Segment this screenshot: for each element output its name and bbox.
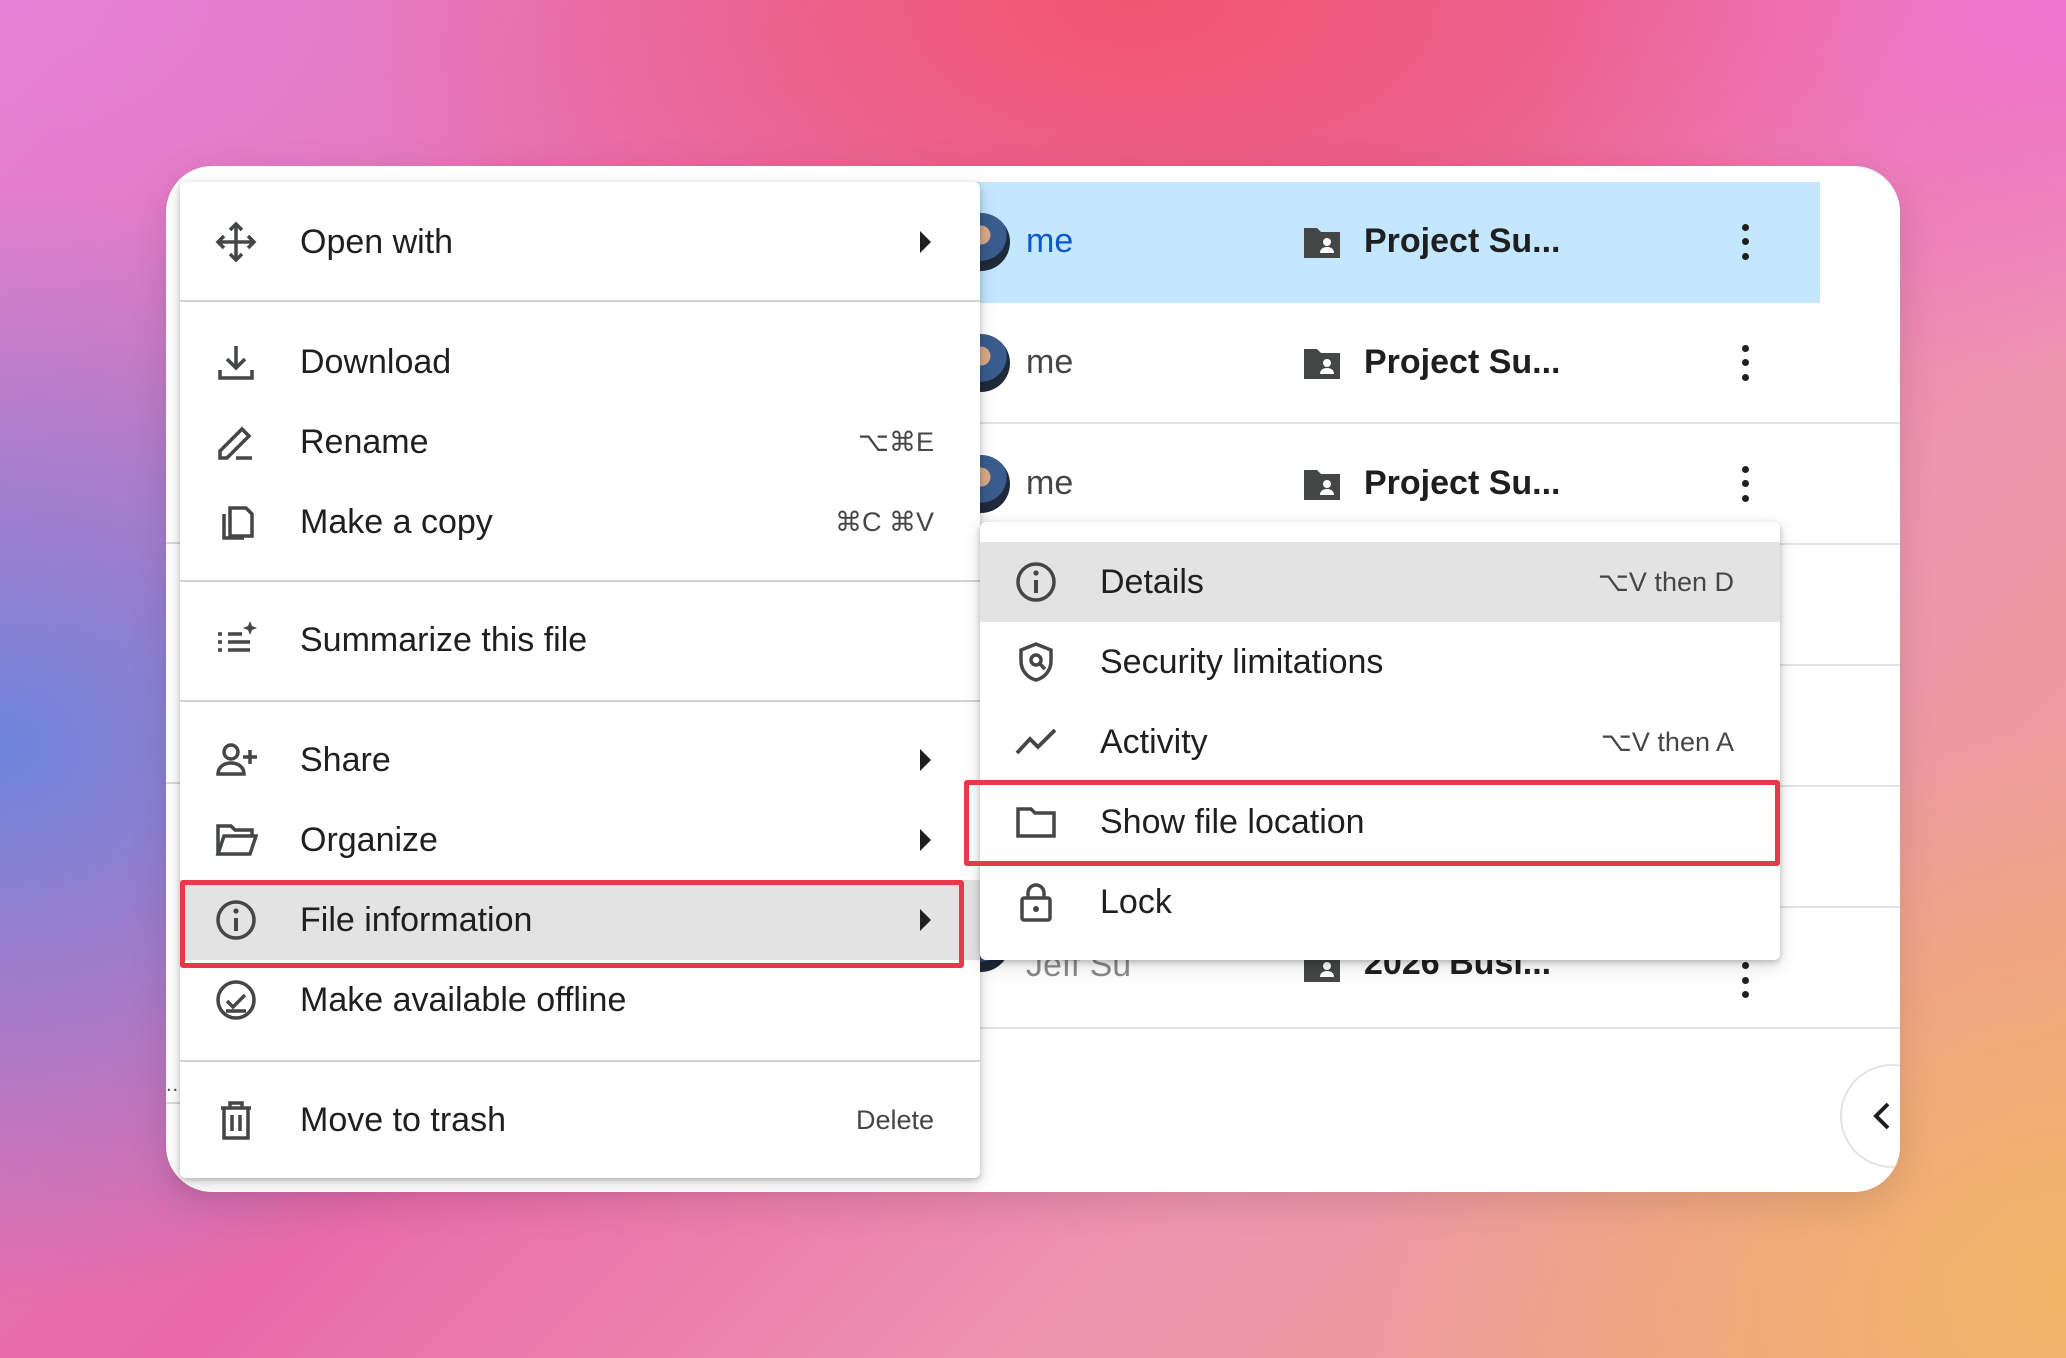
menu-item-label: Share [300, 740, 391, 779]
menu-item-label: Lock [1100, 882, 1172, 921]
more-vert-icon[interactable] [1742, 344, 1750, 381]
file-row[interactable]: me Project Su... [946, 182, 1820, 303]
submenu-item-details[interactable]: Details ⌥V then D [980, 542, 1780, 622]
rename-icon [218, 426, 252, 460]
stray-text: .. [166, 1074, 180, 1096]
menu-item-label: Make available offline [300, 980, 627, 1019]
menu-item-shortcut: Delete [855, 1104, 934, 1135]
more-vert-icon[interactable] [1742, 465, 1750, 502]
menu-item-download[interactable]: Download [180, 322, 980, 402]
activity-icon [1015, 728, 1057, 755]
menu-item-summarize[interactable]: Summarize this file [180, 600, 980, 680]
organize-folder-icon [215, 824, 258, 856]
menu-item-label: Organize [300, 820, 438, 859]
copy-icon [222, 506, 254, 540]
owner-name: me [1026, 222, 1074, 260]
row-divider-edge [166, 1102, 180, 1104]
submenu-arrow-icon [920, 909, 931, 931]
file-location: Project Su... [1364, 343, 1561, 381]
menu-divider [180, 580, 980, 582]
menu-divider [180, 700, 980, 702]
shared-folder-icon [1304, 469, 1340, 500]
menu-item-rename[interactable]: Rename ⌥⌘E [180, 402, 980, 482]
menu-item-label: Make a copy [300, 502, 493, 541]
offline-check-icon [216, 980, 256, 1020]
menu-item-shortcut: ⌘C ⌘V [834, 506, 934, 537]
menu-item-label: Activity [1100, 722, 1208, 761]
menu-item-shortcut: ⌥V then D [1597, 566, 1734, 597]
menu-item-label: Summarize this file [300, 620, 588, 659]
row-divider-edge [166, 782, 180, 784]
shield-icon [1019, 642, 1053, 682]
menu-item-label: Open with [300, 222, 454, 261]
context-menu: Open with Download Rename ⌥⌘E Make a cop… [180, 182, 980, 1178]
menu-item-label: Move to trash [300, 1100, 506, 1139]
download-icon [218, 346, 254, 380]
open-with-icon [215, 221, 257, 263]
trash-icon [221, 1101, 251, 1140]
summarize-icon [218, 621, 257, 652]
menu-item-label: Details [1100, 562, 1204, 601]
info-icon [1016, 562, 1056, 602]
menu-item-move-to-trash[interactable]: Move to trash Delete [180, 1080, 980, 1160]
menu-item-label: File information [300, 900, 533, 939]
menu-item-organize[interactable]: Organize [180, 800, 980, 880]
chevron-left-icon [1873, 1102, 1890, 1130]
info-icon [216, 900, 256, 940]
owner-name: me [1026, 343, 1074, 381]
menu-item-shortcut: ⌥⌘E [857, 426, 934, 457]
submenu-arrow-icon [920, 829, 931, 851]
file-information-submenu: Details ⌥V then D Security limitations A… [980, 522, 1780, 960]
more-vert-icon[interactable] [1742, 223, 1750, 260]
submenu-item-activity[interactable]: Activity ⌥V then A [980, 702, 1780, 782]
more-vert-icon[interactable] [1742, 962, 1750, 998]
row-divider-edge [166, 542, 180, 544]
collapse-panel-button[interactable] [1842, 1066, 1900, 1166]
file-row[interactable]: me Project Su... [946, 303, 1900, 424]
menu-item-label: Rename [300, 422, 429, 461]
menu-item-open-with[interactable]: Open with [180, 202, 980, 282]
menu-item-file-information[interactable]: File information [180, 880, 980, 960]
menu-item-label: Show file location [1100, 802, 1365, 841]
menu-item-share[interactable]: Share [180, 720, 980, 800]
menu-item-make-available-offline[interactable]: Make available offline [180, 960, 980, 1040]
share-icon [216, 743, 257, 776]
shared-folder-icon [1304, 227, 1340, 258]
menu-item-label: Download [300, 342, 452, 381]
folder-icon [1016, 807, 1056, 838]
submenu-item-security-limitations[interactable]: Security limitations [980, 622, 1780, 702]
menu-item-shortcut: ⌥V then A [1600, 726, 1734, 757]
lock-icon [1020, 883, 1052, 922]
menu-divider [180, 1060, 980, 1062]
file-location: Project Su... [1364, 464, 1561, 502]
submenu-arrow-icon [920, 749, 931, 771]
menu-item-make-a-copy[interactable]: Make a copy ⌘C ⌘V [180, 482, 980, 562]
menu-item-label: Security limitations [1100, 642, 1384, 681]
file-location: Project Su... [1364, 222, 1561, 260]
owner-name: me [1026, 464, 1074, 502]
menu-divider [180, 300, 980, 302]
shared-folder-icon [1304, 348, 1340, 379]
submenu-item-show-file-location[interactable]: Show file location [980, 782, 1780, 862]
submenu-item-lock[interactable]: Lock [980, 862, 1780, 942]
submenu-arrow-icon [920, 231, 931, 253]
